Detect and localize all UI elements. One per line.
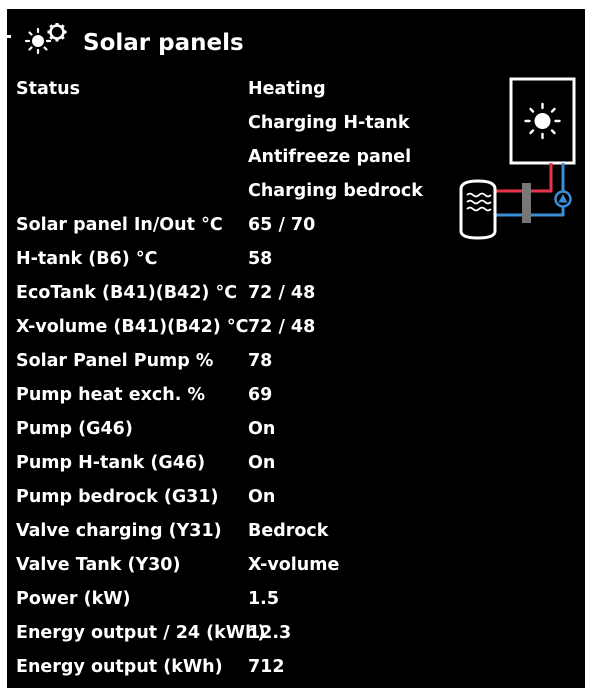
row-label: Pump bedrock (G31) xyxy=(16,487,219,507)
status-value: Heating xyxy=(248,79,326,99)
row-label: Power (kW) xyxy=(16,589,131,609)
row-label: Solar Panel Pump % xyxy=(16,351,214,371)
status-value: Charging H-tank xyxy=(248,113,410,133)
row-label: Valve charging (Y31) xyxy=(16,521,222,541)
row-label: X-volume (B41)(B42) °C xyxy=(16,317,249,337)
row-label: Solar panel In/Out °C xyxy=(16,215,223,235)
row-label: Pump (G46) xyxy=(16,419,133,439)
row-value: 78 xyxy=(248,351,273,371)
row-value: On xyxy=(248,419,276,439)
row-label: H-tank (B6) °C xyxy=(16,249,158,269)
row-value: On xyxy=(248,453,276,473)
heat-exchanger-icon xyxy=(522,183,531,223)
row-value: 58 xyxy=(248,249,273,269)
row-label: Energy output / 24 (kWh) xyxy=(16,623,266,643)
row-value: 12.3 xyxy=(248,623,292,643)
row-value: Bedrock xyxy=(248,521,329,541)
row-value: X-volume xyxy=(248,555,340,575)
page-title: Solar panels xyxy=(83,30,244,56)
row-label: Energy output (kWh) xyxy=(16,657,223,677)
row-label: Pump H-tank (G46) xyxy=(16,453,206,473)
edge-marker xyxy=(7,35,11,38)
row-value: 72 / 48 xyxy=(248,317,316,337)
row-label: Pump heat exch. % xyxy=(16,385,205,405)
solar-system-diagram xyxy=(459,77,576,240)
row-value: 69 xyxy=(248,385,273,405)
pump-icon xyxy=(554,190,572,208)
row-label: EcoTank (B41)(B42) °C xyxy=(16,283,238,303)
tank-icon xyxy=(459,179,497,240)
solar-panels-screen: Solar panels Status Heating Charging H-t… xyxy=(7,9,585,688)
status-label: Status xyxy=(16,79,81,99)
row-value: 712 xyxy=(248,657,285,677)
row-value: 1.5 xyxy=(248,589,280,609)
status-value: Charging bedrock xyxy=(248,181,423,201)
status-value: Antifreeze panel xyxy=(248,147,412,167)
row-label: Valve Tank (Y30) xyxy=(16,555,181,575)
row-value: On xyxy=(248,487,276,507)
sun-icon xyxy=(24,23,67,55)
solar-panel-icon xyxy=(509,77,576,165)
row-value: 65 / 70 xyxy=(248,215,316,235)
row-value: 72 / 48 xyxy=(248,283,316,303)
